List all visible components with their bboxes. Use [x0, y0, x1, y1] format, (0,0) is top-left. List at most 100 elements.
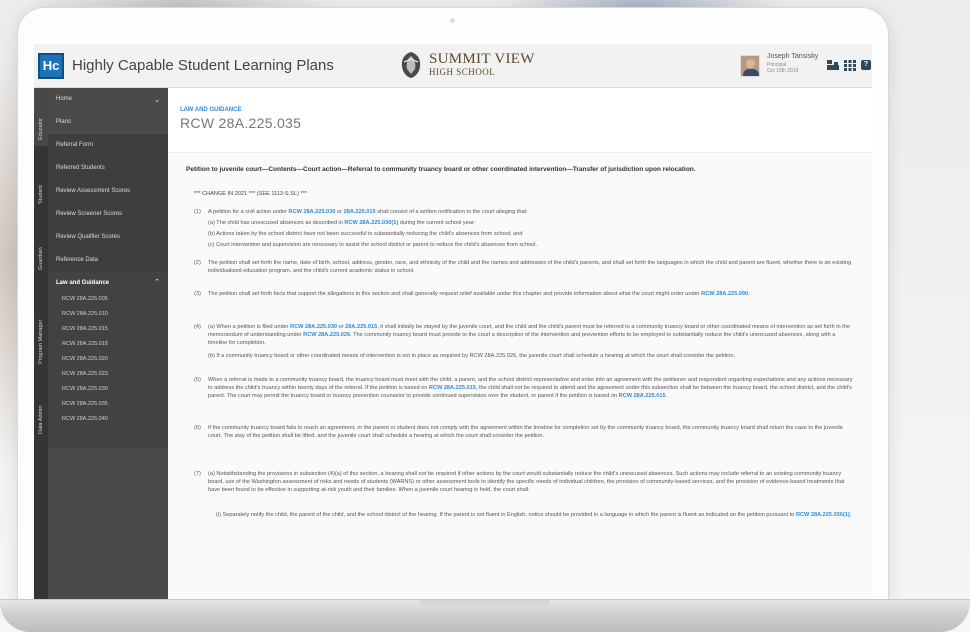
- sidebar-item-label: Review Qualifier Scores: [56, 234, 121, 240]
- laptop-notch: [420, 600, 550, 606]
- sidebar-subitem-active[interactable]: RCW 28A.225.035: [62, 401, 108, 407]
- section-number: (2): [194, 260, 201, 266]
- page-title: RCW 28A.225.035: [180, 115, 302, 131]
- rcw-link[interactable]: RCW 28A.225.030(1): [796, 512, 850, 518]
- sidebar-item-review-assessment-scores[interactable]: Review Assessment Scores: [48, 180, 168, 203]
- text-run: during the current school year;: [398, 220, 476, 226]
- section-number: (7): [194, 471, 201, 477]
- sidebar-item-review-qualifier-scores[interactable]: Review Qualifier Scores: [48, 226, 168, 249]
- sidebar-subitem[interactable]: RCW 28A.225.023: [62, 371, 108, 377]
- sidebar-item-label: Reference Data: [56, 257, 99, 263]
- section-text: (a) When a petition is filed under RCW 2…: [208, 323, 856, 347]
- section-text: The petition shall set forth facts that …: [208, 290, 856, 298]
- role-tab-guardian[interactable]: Guardian: [34, 216, 48, 276]
- section-text: When a referral is made to a community t…: [208, 376, 856, 400]
- sidebar-item-referred-students[interactable]: Referred Students: [48, 157, 168, 180]
- school-name: SUMMIT VIEW: [429, 51, 535, 67]
- sidebar-item-plans[interactable]: Plans: [48, 111, 168, 134]
- avatar-body: [743, 69, 759, 76]
- camera-dot: [450, 18, 455, 23]
- school-subtitle: HIGH SCHOOL: [429, 67, 496, 77]
- sidebar-item-home[interactable]: Home ⌄: [48, 88, 168, 111]
- sidebar-subitem[interactable]: RCW 28A.225.015: [62, 326, 108, 332]
- role-tab-educator[interactable]: Educator: [34, 88, 48, 146]
- subsection-1b: (b) Actions taken by the school district…: [208, 231, 523, 237]
- change-note: *** CHANGE IN 2021 *** (SEE 1113-S.SL) *…: [194, 191, 307, 197]
- subsection-1a: (a) The child has unexcused absences as …: [208, 219, 852, 227]
- sidebar-subitem[interactable]: RCW 28A.225.040: [62, 416, 108, 422]
- sidebar-item-review-screener-scores[interactable]: Review Screener Scores: [48, 203, 168, 226]
- role-tab-program-manager[interactable]: Program Manager: [34, 280, 48, 370]
- school-crest-icon: [401, 52, 421, 78]
- section-text: The petition shall set forth the name, d…: [208, 260, 852, 274]
- apps-grid-icon[interactable]: [844, 60, 856, 71]
- rcw-link[interactable]: 28A.225.015: [344, 209, 376, 215]
- role-label: Student: [38, 185, 44, 204]
- role-tab-student[interactable]: Student: [34, 152, 48, 210]
- app-header: Hc Highly Capable Student Learning Plans…: [34, 44, 872, 88]
- text-run: (a) The child has unexcused absences as …: [208, 220, 345, 226]
- sidebar-group-law-and-guidance: Law and Guidance ⌃ RCW 28A.225.005 RCW 2…: [48, 272, 168, 448]
- rcw-link[interactable]: RCW 28A.225.030: [290, 324, 337, 330]
- rcw-link[interactable]: RCW 28A.225.015: [619, 393, 666, 399]
- sidebar-item-label: Home: [56, 96, 73, 102]
- document-heading: Petition to juvenile court—Contents—Cour…: [186, 166, 696, 173]
- sidebar-subitem[interactable]: RCW 28A.225.030: [62, 386, 108, 392]
- text-run: or: [337, 324, 346, 330]
- rcw-link[interactable]: RCW 28A.225.015: [429, 385, 476, 391]
- role-tab-data-admin[interactable]: Data Admin: [34, 376, 48, 440]
- section-number: (3): [194, 291, 201, 297]
- section-number: (4): [194, 324, 201, 330]
- text-run: ;: [849, 512, 852, 518]
- section-text: (a) Notwithstanding the provisions in su…: [208, 471, 845, 493]
- avatar-head: [746, 59, 755, 68]
- text-run: (a) When a petition is filed under: [208, 324, 291, 330]
- chevron-down-icon[interactable]: ⌄: [154, 96, 160, 104]
- sidebar-subitem[interactable]: RCW 28A.225.020: [62, 356, 108, 362]
- sidebar-item-referral-form[interactable]: Referral Form: [48, 134, 168, 157]
- chevron-up-icon[interactable]: ⌃: [154, 278, 160, 286]
- section-text: A petition for a civil action under RCW …: [208, 208, 856, 216]
- text-run: .: [748, 291, 750, 297]
- role-label: Data Admin: [38, 405, 44, 434]
- rcw-link[interactable]: RCW 28A.225.090: [701, 291, 748, 297]
- laptop-frame: Hc Highly Capable Student Learning Plans…: [18, 8, 888, 608]
- rcw-link[interactable]: RCW 28A.225.026: [303, 332, 350, 338]
- text-run: A petition for a civil action under: [208, 209, 289, 215]
- text-run: .: [665, 393, 668, 399]
- section-number: (1): [194, 209, 201, 215]
- subsection-7ai: (i) Separately notify the child, the par…: [216, 511, 852, 519]
- sidebar-item-label: Review Assessment Scores: [56, 188, 131, 194]
- sidebar-nav: Home ⌄ Plans Referral Form Referred Stud…: [48, 88, 168, 600]
- role-strip: Educator Student Guardian Program Manage…: [34, 88, 48, 600]
- role-label: Guardian: [38, 247, 44, 270]
- rcw-link[interactable]: RCW 28A.225.030(1): [344, 220, 398, 226]
- sidebar-subitem[interactable]: RCW 28A.225.018: [62, 341, 108, 347]
- section-text: If the community truancy board fails to …: [208, 425, 843, 439]
- sidebar-item-label: Plans: [56, 119, 72, 125]
- sidebar-subitem[interactable]: RCW 28A.225.005: [62, 296, 108, 302]
- subsection-4b: (b) If a community truancy board or othe…: [208, 353, 736, 359]
- sidebar-item-label: Referred Students: [56, 165, 105, 171]
- app-title: Highly Capable Student Learning Plans: [72, 57, 334, 74]
- role-label: Educator: [38, 117, 44, 140]
- user-name[interactable]: Joseph Tansisky: [767, 53, 818, 61]
- avatar[interactable]: [740, 55, 760, 77]
- text-run: The petition shall set forth facts that …: [208, 291, 702, 297]
- text-run: (i) Separately notify the child, the par…: [216, 512, 796, 518]
- help-icon[interactable]: ?: [861, 60, 871, 70]
- sidebar-item-label: Review Screener Scores: [56, 211, 123, 217]
- rcw-link[interactable]: 28A.225.015: [345, 324, 377, 330]
- sidebar-item-reference-data[interactable]: Reference Data: [48, 249, 168, 272]
- sidebar-subitem[interactable]: RCW 28A.225.010: [62, 311, 108, 317]
- laptop-base: [0, 600, 970, 632]
- sidebar-group-title[interactable]: Law and Guidance: [56, 280, 109, 286]
- text-run: or: [335, 209, 344, 215]
- rcw-link[interactable]: RCW 28A.225.030: [289, 209, 336, 215]
- users-icon[interactable]: [827, 60, 839, 71]
- section-number: (6): [194, 425, 201, 431]
- breadcrumb: LAW AND GUIDANCE: [180, 107, 242, 113]
- app-logo[interactable]: Hc: [38, 53, 64, 79]
- user-date: Oct 16th 2019: [767, 68, 799, 74]
- section-number: (5): [194, 377, 201, 383]
